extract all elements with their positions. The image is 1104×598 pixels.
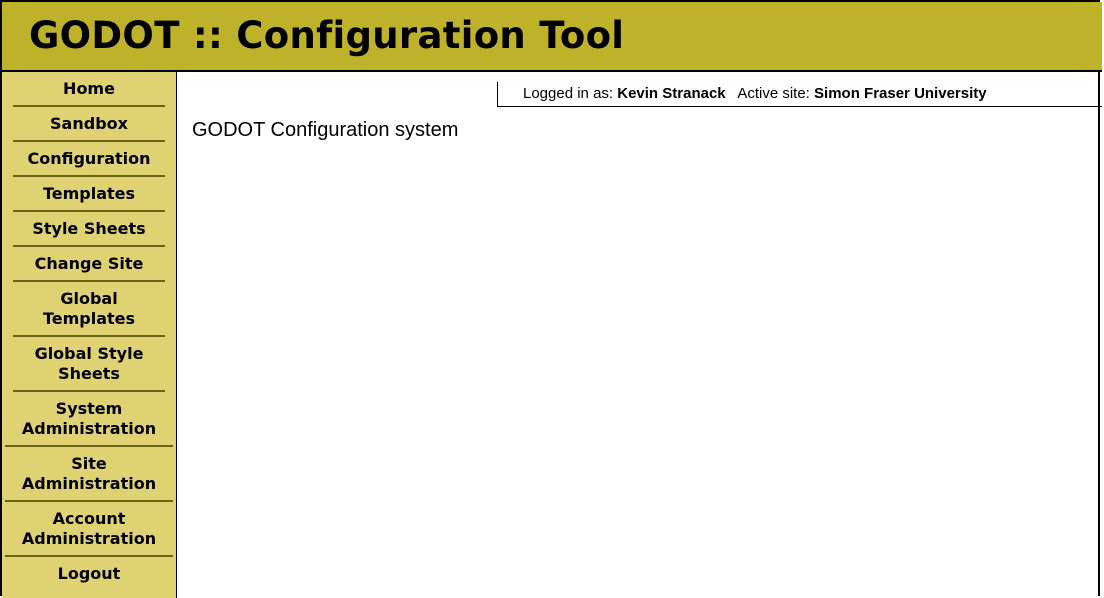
sidebar-item-label-line1: Global (60, 289, 118, 308)
sidebar-item-label-line2: Administration (21, 474, 157, 493)
sidebar-item-templates[interactable]: Templates (13, 177, 165, 212)
sidebar-item-label-line2: Administration (21, 419, 157, 438)
sidebar-item-home[interactable]: Home (13, 72, 165, 107)
app-frame: GODOT :: Configuration Tool Home Sandbox… (0, 0, 1102, 598)
active-site-label: Active site: (737, 85, 810, 102)
active-site-name: Simon Fraser University (814, 85, 987, 102)
sidebar-item-label-line1: Global Style (34, 344, 144, 363)
sidebar-item-account-administration[interactable]: Account Administration (5, 502, 173, 557)
logged-in-label: Logged in as: (523, 85, 614, 102)
sidebar-item-system-administration[interactable]: System Administration (5, 392, 173, 447)
sidebar-item-sandbox[interactable]: Sandbox (13, 107, 165, 142)
session-status-bar: Logged in as: Kevin Stranack Active site… (497, 82, 1102, 107)
page-title: GODOT :: Configuration Tool (29, 14, 625, 57)
sidebar-item-style-sheets[interactable]: Style Sheets (13, 212, 165, 247)
sidebar-nav: Home Sandbox Configuration Templates Sty… (2, 72, 177, 598)
sidebar-item-site-administration[interactable]: Site Administration (5, 447, 173, 502)
sidebar-item-label-line2: Sheets (58, 364, 120, 383)
sidebar-item-label-line2: Templates (42, 309, 136, 328)
sidebar-item-label-line1: System (55, 399, 123, 418)
main-content-text: GODOT Configuration system (192, 119, 459, 141)
page-header: GODOT :: Configuration Tool (2, 2, 1102, 72)
sidebar-item-change-site[interactable]: Change Site (13, 247, 165, 282)
user-name: Kevin Stranack (617, 85, 726, 102)
sidebar-item-label-line2: Administration (21, 529, 157, 548)
sidebar-item-global-style-sheets[interactable]: Global Style Sheets (13, 337, 165, 392)
sidebar-item-global-templates[interactable]: Global Templates (13, 282, 165, 337)
sidebar-item-logout[interactable]: Logout (13, 557, 165, 590)
sidebar-item-configuration[interactable]: Configuration (13, 142, 165, 177)
sidebar-item-label-line1: Site (71, 454, 107, 473)
sidebar-item-label-line1: Account (52, 509, 126, 528)
